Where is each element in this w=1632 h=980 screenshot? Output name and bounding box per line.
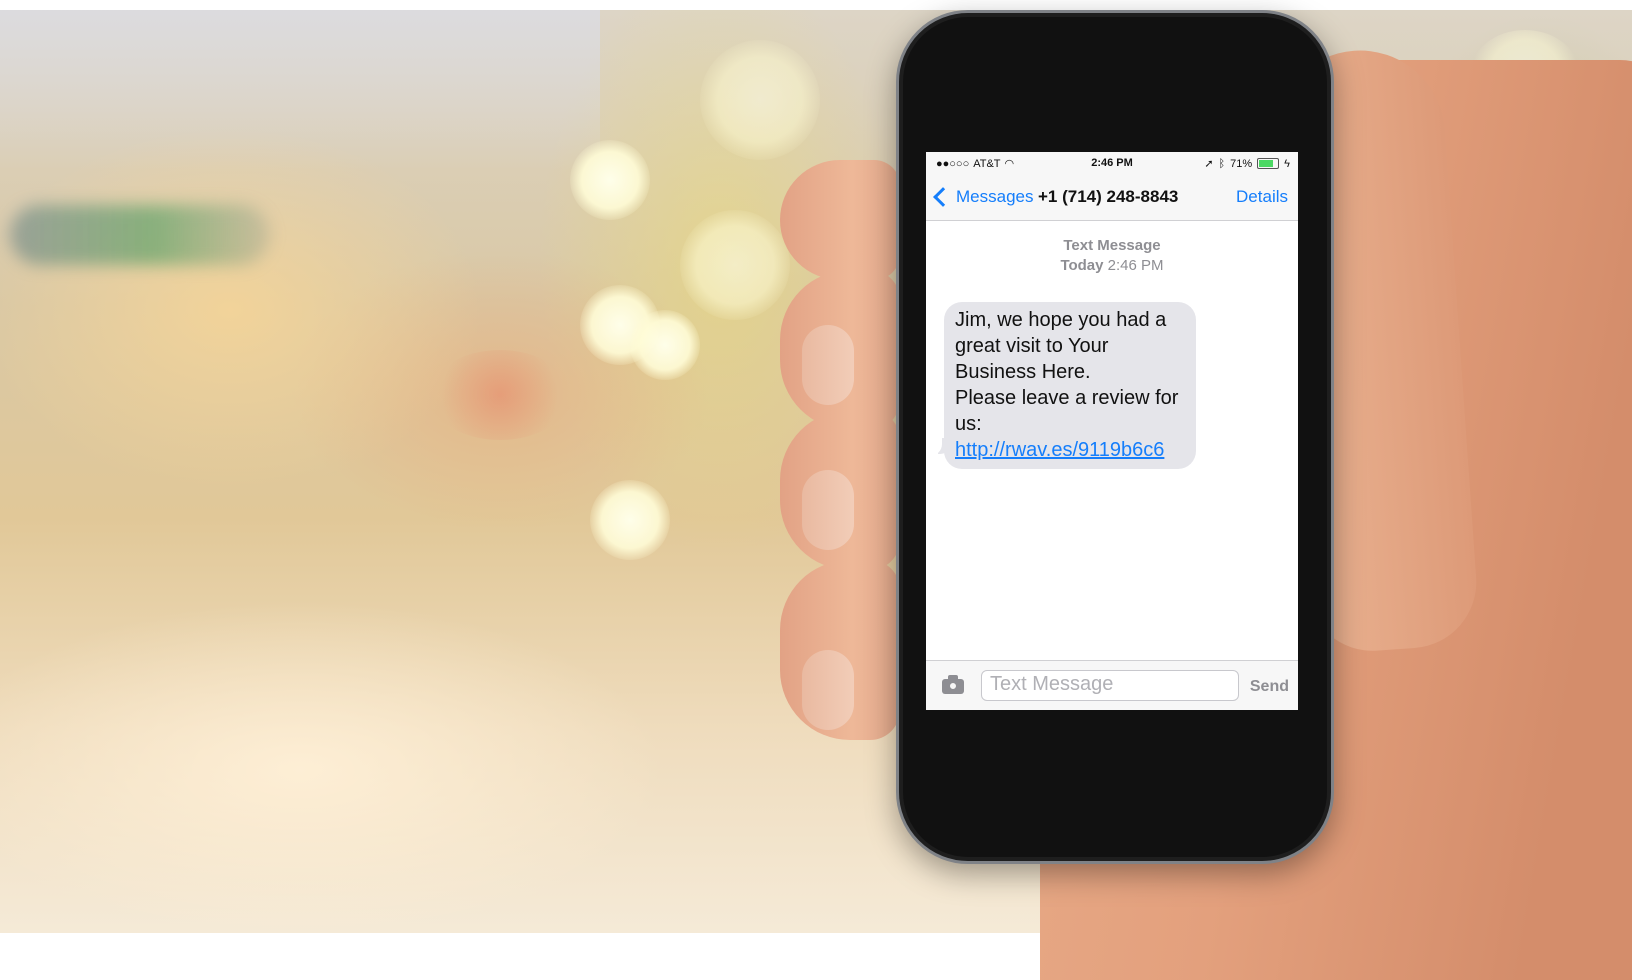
battery-icon (1257, 158, 1280, 169)
message-text: Jim, we hope you had a great visit to Yo… (955, 309, 1167, 383)
hand-finger (780, 560, 900, 740)
hand-finger (780, 270, 900, 430)
navigation-bar: Messages +1 (714) 248-8843 Details (926, 174, 1298, 221)
message-input[interactable]: Text Message (981, 670, 1239, 701)
bluetooth-icon: ᛒ (1218, 157, 1226, 170)
back-to-messages-button[interactable]: Messages (933, 187, 1034, 207)
bokeh-light (630, 310, 700, 380)
background-glow (430, 350, 570, 440)
thread-header: Text Message Today 2:46 PM (926, 236, 1298, 276)
fingernail (802, 650, 854, 730)
thread-timestamp: Today 2:46 PM (926, 256, 1298, 276)
bokeh-light (590, 480, 670, 560)
bokeh-light (570, 140, 650, 220)
location-icon: ➚ (1204, 158, 1214, 170)
bokeh-light (680, 210, 790, 320)
phone-screen: ●●○○○ AT&T ◠ 2:46 PM ➚ ᛒ 71% ϟ Messages … (926, 152, 1298, 710)
camera-icon[interactable] (942, 675, 964, 694)
message-bubble[interactable]: Jim, we hope you had a great visit to Yo… (944, 302, 1196, 469)
back-label: Messages (956, 187, 1034, 206)
background-sign (10, 205, 270, 265)
battery-percent: 71% (1230, 157, 1253, 170)
thread-day: Today (1060, 257, 1104, 274)
thread-type-label: Text Message (1063, 237, 1161, 254)
fingernail (802, 470, 854, 550)
status-right: ➚ ᛒ 71% ϟ (1204, 157, 1290, 171)
hand-finger (780, 160, 900, 280)
send-button[interactable]: Send (1250, 678, 1289, 696)
hand-finger (780, 410, 900, 570)
status-bar: ●●○○○ AT&T ◠ 2:46 PM ➚ ᛒ 71% ϟ (926, 152, 1298, 174)
message-text-review: Please leave a review for us: (955, 387, 1179, 435)
charging-icon: ϟ (1284, 157, 1290, 170)
fingernail (802, 325, 854, 405)
review-link[interactable]: http://rwav.es/9119b6c6 (955, 439, 1164, 461)
compose-bar: Text Message Send (926, 660, 1298, 710)
chevron-left-icon (933, 187, 953, 207)
bokeh-light (700, 40, 820, 160)
contact-title: +1 (714) 248-8843 (1038, 187, 1179, 206)
thread-time: 2:46 PM (1107, 257, 1164, 274)
background-ceiling (0, 10, 600, 170)
details-button[interactable]: Details (1236, 187, 1288, 207)
